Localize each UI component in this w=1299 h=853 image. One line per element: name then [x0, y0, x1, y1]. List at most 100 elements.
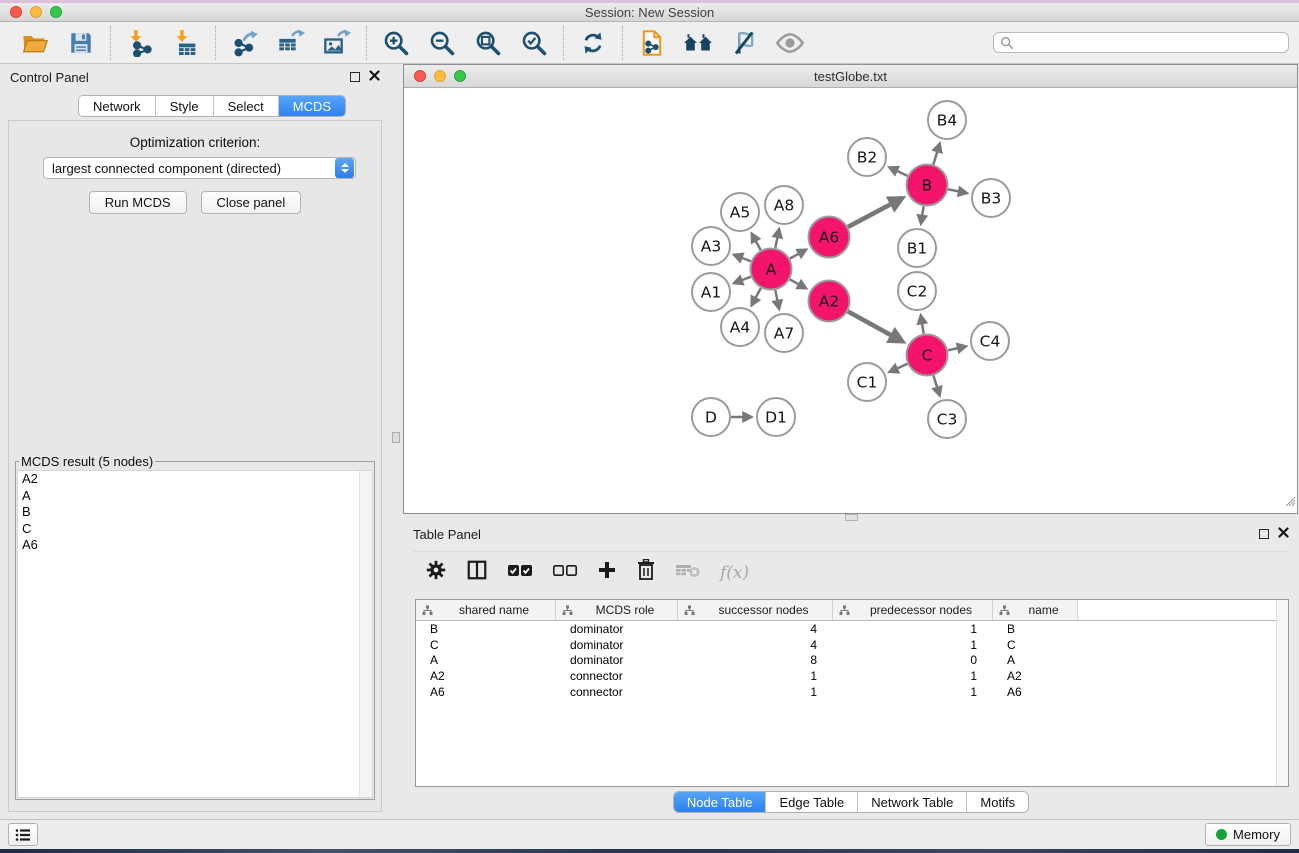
graph-edge[interactable] [933, 150, 937, 164]
graph-node-c[interactable]: C [907, 335, 948, 376]
search-input[interactable] [1014, 34, 1282, 51]
graph-node-c2[interactable]: C2 [898, 272, 936, 310]
graph-node-c1[interactable]: C1 [848, 363, 886, 401]
table-cell[interactable]: 1 [833, 622, 993, 636]
delete-icon[interactable] [636, 559, 656, 586]
table-cell[interactable]: 4 [678, 638, 833, 652]
run-mcds-button[interactable]: Run MCDS [89, 191, 187, 214]
zoom-out-icon[interactable] [427, 28, 457, 58]
table-cell[interactable]: A [993, 653, 1078, 667]
tab-mcds[interactable]: MCDS [279, 96, 345, 116]
resize-grip-icon[interactable] [1282, 493, 1296, 512]
open-file-icon[interactable] [20, 28, 50, 58]
graph-node-a2[interactable]: A2 [809, 281, 850, 322]
table-row[interactable]: Adominator80A [416, 652, 1288, 668]
graph-node-d1[interactable]: D1 [757, 398, 795, 436]
zoom-in-icon[interactable] [381, 28, 411, 58]
export-image-icon[interactable] [322, 28, 352, 58]
table-cell[interactable]: A6 [416, 685, 556, 699]
result-list-item[interactable]: C [18, 521, 372, 538]
tab-network[interactable]: Network [79, 96, 156, 116]
graph-node-a5[interactable]: A5 [721, 193, 759, 231]
table-cell[interactable]: 1 [678, 669, 833, 683]
vertical-splitter[interactable] [390, 64, 403, 819]
window-titlebar[interactable]: Session: New Session [0, 3, 1299, 22]
table-cell[interactable]: 1 [833, 638, 993, 652]
select-all-icon[interactable] [507, 562, 533, 583]
table-cell[interactable]: C [416, 638, 556, 652]
graph-node-a[interactable]: A [751, 249, 792, 290]
home-icon[interactable] [683, 28, 713, 58]
close-panel-button[interactable]: Close panel [201, 191, 302, 214]
table-cell[interactable]: connector [556, 685, 678, 699]
close-panel-icon[interactable] [369, 68, 380, 86]
memory-button[interactable]: Memory [1205, 823, 1291, 846]
table-cell[interactable]: B [993, 622, 1078, 636]
graph-node-d[interactable]: D [692, 398, 730, 436]
float-table-panel-icon[interactable] [1259, 529, 1269, 539]
graph-edge[interactable] [848, 311, 892, 335]
table-cell[interactable]: B [416, 622, 556, 636]
column-header-successor-nodes[interactable]: successor nodes [678, 600, 833, 620]
splitter-handle[interactable] [392, 432, 400, 443]
maximize-window-button[interactable] [50, 6, 62, 18]
show-details-icon[interactable] [775, 28, 805, 58]
graph-node-c3[interactable]: C3 [928, 400, 966, 438]
graph-node-a3[interactable]: A3 [692, 227, 730, 265]
task-history-button[interactable] [8, 823, 38, 846]
add-column-icon[interactable] [597, 560, 617, 585]
float-panel-icon[interactable] [350, 72, 360, 82]
table-cell[interactable]: 8 [678, 653, 833, 667]
table-cell[interactable]: A6 [993, 685, 1078, 699]
table-row[interactable]: A6connector11A6 [416, 684, 1288, 700]
tab-network-table[interactable]: Network Table [858, 792, 967, 812]
hide-details-icon[interactable] [729, 28, 759, 58]
import-network-icon[interactable] [125, 28, 155, 58]
table-cell[interactable]: dominator [556, 638, 678, 652]
deselect-all-icon[interactable] [552, 562, 578, 583]
table-cell[interactable]: dominator [556, 653, 678, 667]
result-list-item[interactable]: B [18, 504, 372, 521]
table-cell[interactable]: A2 [416, 669, 556, 683]
column-header-predecessor-nodes[interactable]: predecessor nodes [833, 600, 993, 620]
result-scrollbar[interactable] [359, 471, 372, 797]
column-header-name[interactable]: name [993, 600, 1078, 620]
export-network-icon[interactable] [230, 28, 260, 58]
network-window-titlebar[interactable]: testGlobe.txt [404, 65, 1297, 88]
gear-icon[interactable] [425, 559, 447, 586]
zoom-selected-icon[interactable] [519, 28, 549, 58]
graph-node-b1[interactable]: B1 [898, 229, 936, 267]
graph-node-c4[interactable]: C4 [971, 322, 1009, 360]
graph-node-a6[interactable]: A6 [809, 217, 850, 258]
table-row[interactable]: Bdominator41B [416, 621, 1288, 637]
table-cell[interactable]: 1 [833, 669, 993, 683]
network-close-button[interactable] [414, 70, 426, 82]
tab-motifs[interactable]: Motifs [967, 792, 1028, 812]
horizontal-splitter-handle[interactable] [845, 514, 858, 521]
result-list-item[interactable]: A6 [18, 537, 372, 554]
criterion-dropdown[interactable]: largest connected component (directed) [43, 157, 356, 179]
graph-node-a8[interactable]: A8 [765, 186, 803, 224]
table-cell[interactable]: C [993, 638, 1078, 652]
result-list-item[interactable]: A2 [18, 471, 372, 488]
tab-style[interactable]: Style [156, 96, 214, 116]
graph-edge[interactable] [933, 376, 937, 389]
column-header-MCDS-role[interactable]: MCDS role [556, 600, 678, 620]
table-row[interactable]: Cdominator41C [416, 637, 1288, 653]
network-file-icon[interactable] [637, 28, 667, 58]
network-canvas[interactable]: B4B2BB3A5A8A6A3B1AA1C2A2A4A7CC4C1C3DD1 [404, 88, 1297, 513]
graph-node-a1[interactable]: A1 [692, 273, 730, 311]
refresh-icon[interactable] [578, 28, 608, 58]
graph-edge[interactable] [848, 204, 892, 227]
tab-edge-table[interactable]: Edge Table [766, 792, 858, 812]
column-header-shared-name[interactable]: shared name [416, 600, 556, 620]
save-session-icon[interactable] [66, 28, 96, 58]
network-minimize-button[interactable] [434, 70, 446, 82]
node-table[interactable]: shared nameMCDS rolesuccessor nodesprede… [415, 599, 1289, 787]
close-window-button[interactable] [10, 6, 22, 18]
result-list-item[interactable]: A [18, 488, 372, 505]
graph-node-a7[interactable]: A7 [765, 314, 803, 352]
graph-node-a4[interactable]: A4 [721, 308, 759, 346]
search-field[interactable] [993, 32, 1289, 53]
graph-node-b3[interactable]: B3 [972, 179, 1010, 217]
